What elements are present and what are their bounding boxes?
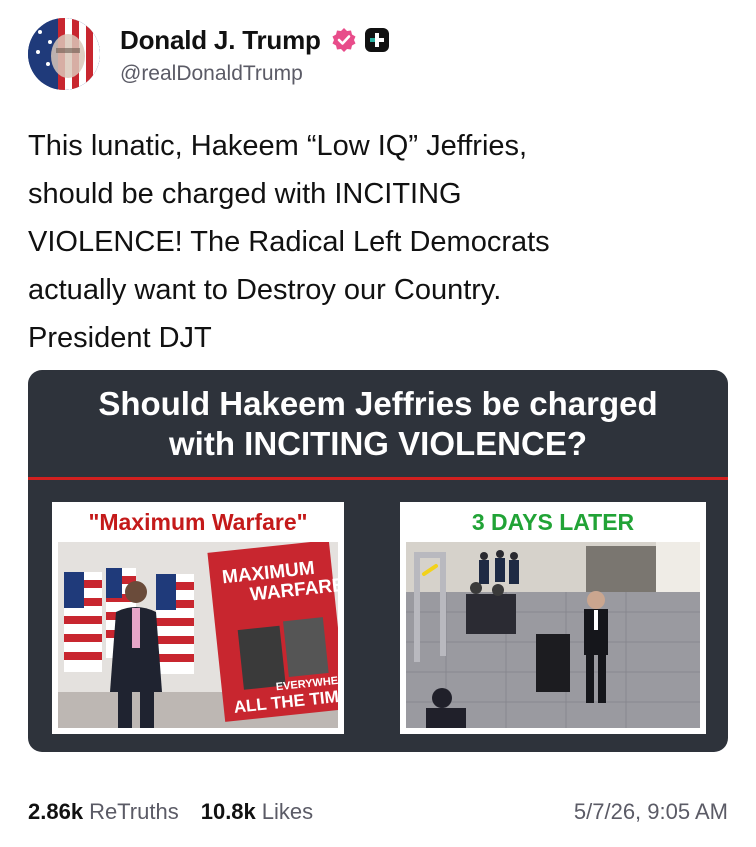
post-timestamp[interactable]: 5/7/26, 9:05 AM xyxy=(574,799,728,825)
author-handle[interactable]: @realDonaldTrump xyxy=(120,62,303,86)
right-panel: 3 DAYS LATER xyxy=(400,502,706,734)
name-row: Donald J. Trump xyxy=(120,24,389,56)
right-panel-label: 3 DAYS LATER xyxy=(471,509,635,535)
post-body: This lunatic, Hakeem “Low IQ” Jeffries, … xyxy=(28,122,728,362)
divider xyxy=(28,477,728,480)
post-text-line: VIOLENCE! The Radical Left Democrats xyxy=(28,226,550,258)
security-checkpoint-photo xyxy=(406,542,700,728)
card-title-line: with INCITING VIOLENCE? xyxy=(169,425,587,462)
post-text-line: President DJT xyxy=(28,322,212,354)
engagement-bar: 2.86k ReTruths 10.8k Likes 5/7/26, 9:05 … xyxy=(28,796,728,828)
post-text-line: should be charged with INCITING xyxy=(28,178,462,210)
attached-image-card[interactable]: Should Hakeem Jeffries be charged with I… xyxy=(28,370,728,752)
retruths-count[interactable]: 2.86k xyxy=(28,799,83,825)
post-text-line: This lunatic, Hakeem “Low IQ” Jeffries, xyxy=(28,130,528,162)
press-conference-photo: MAXIMUM WARFARE EVERYWHERE ALL THE TIME. xyxy=(58,542,338,728)
card-title: Should Hakeem Jeffries be charged with I… xyxy=(28,384,728,464)
plus-badge-icon xyxy=(364,28,389,52)
card-title-line: Should Hakeem Jeffries be charged xyxy=(98,385,658,422)
left-panel-label: "Maximum Warfare" xyxy=(88,509,308,535)
left-panel: "Maximum Warfare" MAXIMUM WARFARE EVERYW… xyxy=(52,502,344,734)
author-name[interactable]: Donald J. Trump xyxy=(120,25,321,56)
post-header: Donald J. Trump @realDonaldTrump xyxy=(28,18,728,96)
post-text-line: actually want to Destroy our Country. xyxy=(28,274,502,306)
retruths-label[interactable]: ReTruths xyxy=(89,799,179,825)
likes-count[interactable]: 10.8k xyxy=(201,799,256,825)
verified-badge-icon xyxy=(331,27,357,53)
likes-label[interactable]: Likes xyxy=(262,799,313,825)
avatar[interactable] xyxy=(28,18,100,90)
